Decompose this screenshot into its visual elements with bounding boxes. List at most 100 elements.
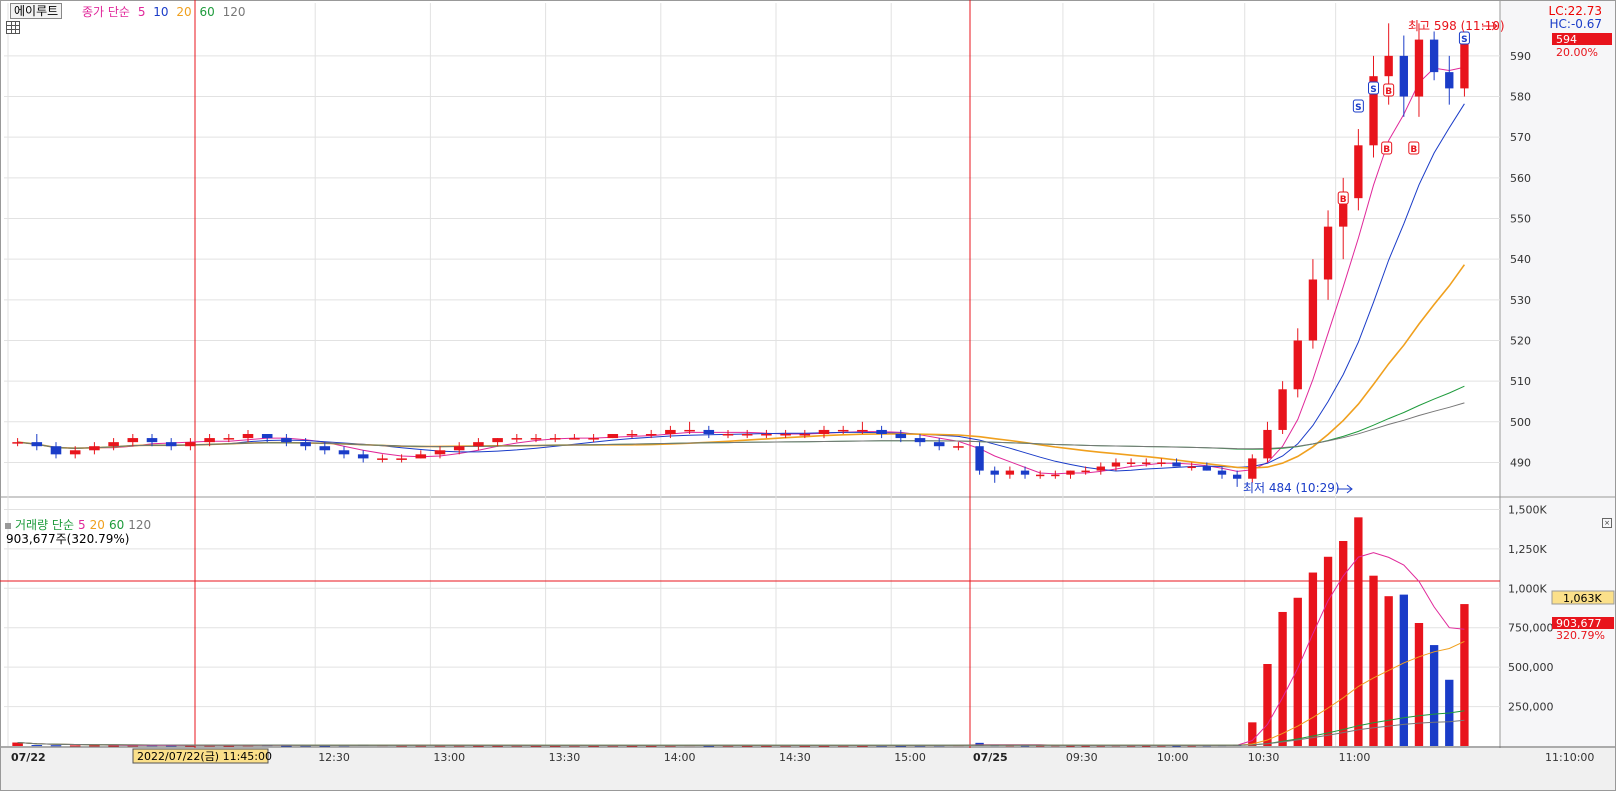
sell-signal-icon[interactable]: S <box>1352 99 1364 113</box>
candle-body <box>569 438 580 440</box>
vma-120-label: 120 <box>128 518 152 532</box>
current-change-value: 20.00% <box>1556 46 1598 59</box>
volume-bar[interactable] <box>1323 556 1333 746</box>
volume-bar[interactable] <box>50 745 62 747</box>
candle-body <box>1323 226 1333 280</box>
candle-body <box>684 429 695 432</box>
volume-bar[interactable] <box>1354 517 1363 746</box>
sell-signal-icon[interactable]: S <box>1458 31 1470 45</box>
candle-body <box>703 429 715 435</box>
candle-body <box>415 454 427 459</box>
candle-body <box>857 429 868 432</box>
table-icon[interactable] <box>6 21 20 34</box>
volume-tick-label: 1,250K <box>1508 543 1547 556</box>
candle[interactable] <box>1248 454 1257 483</box>
hc-readout: HC:-0.67 <box>1549 17 1603 31</box>
buy-signal-icon[interactable]: B <box>1381 141 1393 155</box>
candle-body <box>396 458 407 460</box>
price-tick-label: 520 <box>1510 334 1531 347</box>
candle-body <box>1278 389 1287 430</box>
candle-body <box>975 446 984 471</box>
candle-body <box>876 429 887 435</box>
ma-20-label: 20 <box>176 5 192 19</box>
volume-bar[interactable] <box>1369 575 1378 746</box>
candle-body <box>261 434 273 439</box>
volume-bar[interactable] <box>1263 664 1272 746</box>
candle-body <box>588 438 599 440</box>
candle-body <box>665 429 676 435</box>
volume-bar[interactable] <box>1460 604 1469 746</box>
candle-body <box>319 446 331 451</box>
volume-tick-label: 500,000 <box>1508 661 1554 674</box>
candle-body <box>933 442 945 447</box>
candle-body <box>492 438 503 443</box>
candle-body <box>645 434 657 436</box>
volume-bar[interactable] <box>1399 594 1408 746</box>
candle-body <box>1051 474 1060 477</box>
volume-tick-label: 1,000K <box>1508 582 1547 595</box>
candle-body <box>434 450 446 455</box>
volume-bar[interactable] <box>1429 645 1439 746</box>
candle-body <box>1293 340 1302 390</box>
close-icon[interactable]: × <box>1602 518 1612 528</box>
current-price-value: 594 <box>1556 33 1577 46</box>
candle-body <box>1399 55 1408 97</box>
chart-canvas[interactable]: 490500510520530540550560570580590250,000… <box>0 0 1616 791</box>
buy-signal-icon[interactable]: B <box>1383 83 1395 97</box>
volume-tick-label: 750,000 <box>1508 622 1554 635</box>
signal-letter: B <box>1340 195 1347 205</box>
stock-chart-window: 490 500 510 520 530 540 550 560 570 580 590 250,000… <box>0 0 1616 791</box>
candle-body <box>1263 429 1272 459</box>
buy-signal-icon[interactable]: B <box>1408 141 1420 155</box>
volume-bar[interactable] <box>1414 623 1424 746</box>
volume-bar[interactable] <box>1278 611 1287 746</box>
candle-body <box>607 434 619 439</box>
time-tick-label: 09:30 <box>1066 751 1098 764</box>
candle-body <box>530 438 542 440</box>
stock-name-box[interactable]: 에이루트 <box>10 3 63 19</box>
price-tick-label: 570 <box>1510 131 1531 144</box>
volume-bar[interactable] <box>1248 722 1257 746</box>
volume-current-info: 903,677주(320.79%) <box>6 532 130 546</box>
candle-body <box>281 438 292 443</box>
bottom-right-time: 11:10:00 <box>1545 751 1594 764</box>
candle-body <box>1384 55 1393 77</box>
candle-body <box>453 446 465 451</box>
candle-body <box>511 438 523 440</box>
candle-body <box>1308 279 1318 341</box>
volume-bar[interactable] <box>1293 597 1302 746</box>
candle-body <box>953 446 964 448</box>
volume-bar[interactable] <box>69 745 81 747</box>
candle-body <box>722 434 734 436</box>
candle-body <box>12 442 23 444</box>
volume-bar[interactable] <box>89 745 100 747</box>
volume-bar[interactable] <box>1308 572 1318 746</box>
buy-signal-icon[interactable]: B <box>1337 191 1349 205</box>
candle-body <box>1354 145 1363 199</box>
candle-body <box>1217 470 1227 475</box>
price-ma-label: 종가 단순 <box>82 5 130 19</box>
price-tick-label: 590 <box>1510 50 1531 63</box>
candle-body <box>818 429 830 435</box>
candle-body <box>108 442 119 447</box>
candle-body <box>837 429 849 432</box>
time-tick-label: 13:00 <box>433 751 465 764</box>
volume-bar[interactable] <box>1384 596 1393 746</box>
candle[interactable] <box>975 442 984 475</box>
candle-body <box>990 470 999 475</box>
candle-body <box>1429 39 1439 73</box>
sell-signal-icon[interactable]: S <box>1368 81 1380 95</box>
price-tick-label: 500 <box>1510 416 1531 429</box>
candle-body <box>1142 462 1151 464</box>
candle-body <box>1081 470 1090 473</box>
volume-bar[interactable] <box>31 745 43 747</box>
volume-legend-marker-icon <box>5 522 11 529</box>
time-tick-label: 10:00 <box>1157 751 1189 764</box>
candle-body <box>895 434 907 439</box>
price-tick-label: 560 <box>1510 172 1531 185</box>
candle-body <box>50 446 62 455</box>
candle-body <box>780 434 791 436</box>
candle-body <box>1096 466 1105 471</box>
price-ma-legend[interactable]: 종가 단순 5 10 20 60 120 <box>82 3 250 20</box>
candle[interactable] <box>607 434 619 439</box>
